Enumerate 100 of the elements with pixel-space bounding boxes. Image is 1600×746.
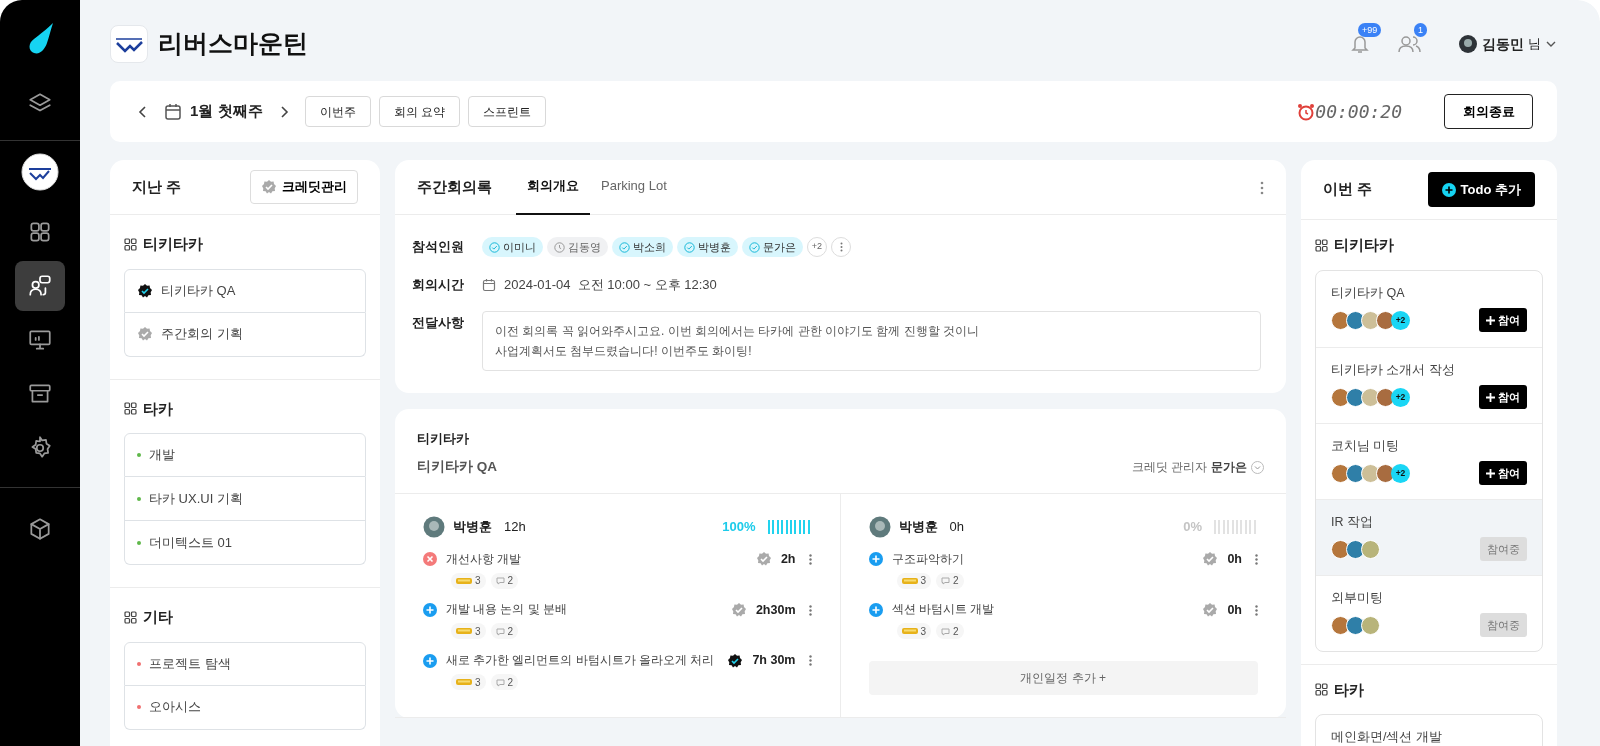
kebab-icon xyxy=(1255,553,1258,565)
user-avatar xyxy=(1458,34,1478,54)
join-button[interactable]: 참여 xyxy=(1479,385,1527,410)
check-circle-icon xyxy=(749,241,760,253)
project-item[interactable]: 오아시스 xyxy=(124,685,366,730)
like-tag[interactable]: 3 xyxy=(896,623,932,640)
attendee-chip[interactable]: 김동영 xyxy=(547,237,608,257)
todo-item[interactable]: 코치님 미팅 +2 참여 xyxy=(1316,422,1542,499)
comment-tag[interactable]: 2 xyxy=(936,623,964,640)
project-item[interactable]: 티키타카 QA xyxy=(124,268,366,313)
meeting-time: 2024-01-04 오전 10:00 ~ 오후 12:30 xyxy=(504,276,717,294)
join-button[interactable]: 참여 xyxy=(1479,308,1527,333)
project-item[interactable]: 주간회의 기획 xyxy=(124,312,366,357)
timer: 00:00:20 xyxy=(1315,100,1402,124)
toolbar-button[interactable]: 이번주 xyxy=(304,96,371,127)
project-name: 티키타카 QA xyxy=(417,457,497,476)
add-todo-button[interactable]: Todo 추가 xyxy=(1427,172,1535,207)
todo-item[interactable]: 외부미팅 참여중 xyxy=(1316,574,1542,651)
task-title[interactable]: 새로 추가한 엘리먼트의 바텀시트가 올라오게 처리 xyxy=(446,652,719,670)
group-icon xyxy=(124,402,137,416)
group-title: 타카 xyxy=(143,398,173,419)
people-icon xyxy=(1398,33,1422,55)
kebab-icon xyxy=(839,242,843,252)
attendee-chip[interactable]: 이미니 xyxy=(482,237,543,257)
todo-item[interactable]: 메인화면/섹션 개발 xyxy=(1316,715,1542,746)
more-count: +2 xyxy=(1391,463,1410,483)
alarm-clock-icon xyxy=(1297,102,1316,121)
badge-icon xyxy=(261,179,277,195)
task-title[interactable]: 개발 내용 논의 및 분배 xyxy=(446,601,722,619)
project-item[interactable]: 개발 xyxy=(124,433,366,477)
kebab-icon xyxy=(808,655,812,667)
project-item[interactable]: 프로젝트 탐색 xyxy=(124,641,366,686)
nav-button[interactable] xyxy=(15,261,65,311)
progress-percent: 100% xyxy=(722,518,756,536)
credit-manage-button[interactable]: 크레딧관리 xyxy=(250,170,358,204)
kebab-icon xyxy=(808,553,812,565)
check-circle-icon xyxy=(684,241,695,253)
project-item[interactable]: 타카 UX.UI 기획 xyxy=(124,477,366,521)
like-tag[interactable]: 3 xyxy=(451,623,486,640)
medal-icon xyxy=(456,627,472,636)
plus-circle-icon xyxy=(423,653,437,668)
user-suffix: 님 xyxy=(1528,35,1541,54)
project-item[interactable]: 더미텍스트 01 xyxy=(124,521,366,565)
todo-item[interactable]: 티키타카 소개서 작성 +2 참여 xyxy=(1316,346,1542,423)
more-count: +2 xyxy=(1391,387,1410,407)
attendee-chip[interactable]: 문가은 xyxy=(742,237,803,257)
medal-icon xyxy=(901,576,918,585)
medal-icon xyxy=(901,627,918,636)
member-name: 박병훈 xyxy=(898,518,938,536)
comment-tag[interactable]: 2 xyxy=(490,623,519,640)
comment-icon xyxy=(495,576,505,585)
attendee-chip[interactable]: 박병훈 xyxy=(677,237,738,257)
like-tag[interactable]: 3 xyxy=(896,572,932,589)
friend-request-badge: 1 xyxy=(1414,23,1427,37)
comment-tag[interactable]: 2 xyxy=(490,674,519,690)
join-button[interactable]: 참여 xyxy=(1479,461,1527,486)
manager-name: 문가은 xyxy=(1211,458,1247,476)
comment-icon xyxy=(941,576,951,585)
clock-icon xyxy=(554,241,565,253)
group-title: 티키타카 xyxy=(143,234,203,254)
check-circle-icon xyxy=(489,241,500,253)
notice-field[interactable]: 이전 회의록 꼭 읽어와주시고요. 이번 회의에서는 타카에 관한 이야기도 함께 진행할 것이니 사업계획서도 첨부드렸습니다! 이번주도 화이팅! xyxy=(482,311,1261,371)
add-schedule-button[interactable]: 개인일정 추가 + xyxy=(868,661,1258,696)
tab[interactable]: 회의개요 xyxy=(516,159,590,215)
end-meeting-button[interactable]: 회의종료 xyxy=(1444,94,1533,129)
dashboard-icon xyxy=(27,219,53,245)
plus-icon xyxy=(1486,315,1495,325)
calendar-icon xyxy=(164,102,182,121)
todo-item[interactable]: IR 작업 참여중 xyxy=(1316,498,1542,575)
notification-button[interactable]: +99 xyxy=(1350,23,1382,55)
comment-tag[interactable]: 2 xyxy=(936,572,964,589)
panel-title: 이번 주 xyxy=(1323,179,1373,200)
bell-icon xyxy=(1350,33,1370,55)
notification-badge: +99 xyxy=(1358,23,1382,37)
task-title[interactable]: 개선사항 개발 xyxy=(446,550,747,568)
group-title: 기타 xyxy=(143,607,173,627)
like-tag[interactable]: 3 xyxy=(451,674,486,690)
friends-button[interactable]: 1 xyxy=(1398,23,1434,55)
attendee-chip[interactable]: 박소희 xyxy=(612,237,673,257)
plus-circle-icon xyxy=(868,552,883,567)
group-icon xyxy=(1315,683,1328,697)
toolbar-button[interactable]: 회의 요약 xyxy=(378,96,460,127)
comment-tag[interactable]: 2 xyxy=(490,572,519,589)
task-time: 0h xyxy=(1227,601,1242,619)
task-title[interactable]: 구조파악하기 xyxy=(891,550,1194,568)
toolbar-button[interactable]: 스프린트 xyxy=(467,96,546,127)
task-title[interactable]: 섹션 바텀시트 개발 xyxy=(891,601,1194,619)
todo-item[interactable]: 티키타카 QA +2 참여 xyxy=(1316,270,1542,347)
plus-circle-icon xyxy=(1441,182,1456,197)
task-time: 2h30m xyxy=(755,601,796,619)
like-tag[interactable]: 3 xyxy=(451,572,486,589)
calendar-icon xyxy=(482,278,496,292)
member-hours: 0h xyxy=(949,518,964,536)
task-time: 0h xyxy=(1227,550,1242,568)
kebab-icon xyxy=(1260,180,1264,195)
todo-title: 코치님 미팅 xyxy=(1331,437,1401,455)
user-name[interactable]: 김동민 xyxy=(1482,33,1524,55)
comment-icon xyxy=(941,626,951,636)
card-title: 주간회의록 xyxy=(417,176,492,197)
tab[interactable]: Parking Lot xyxy=(590,159,678,215)
